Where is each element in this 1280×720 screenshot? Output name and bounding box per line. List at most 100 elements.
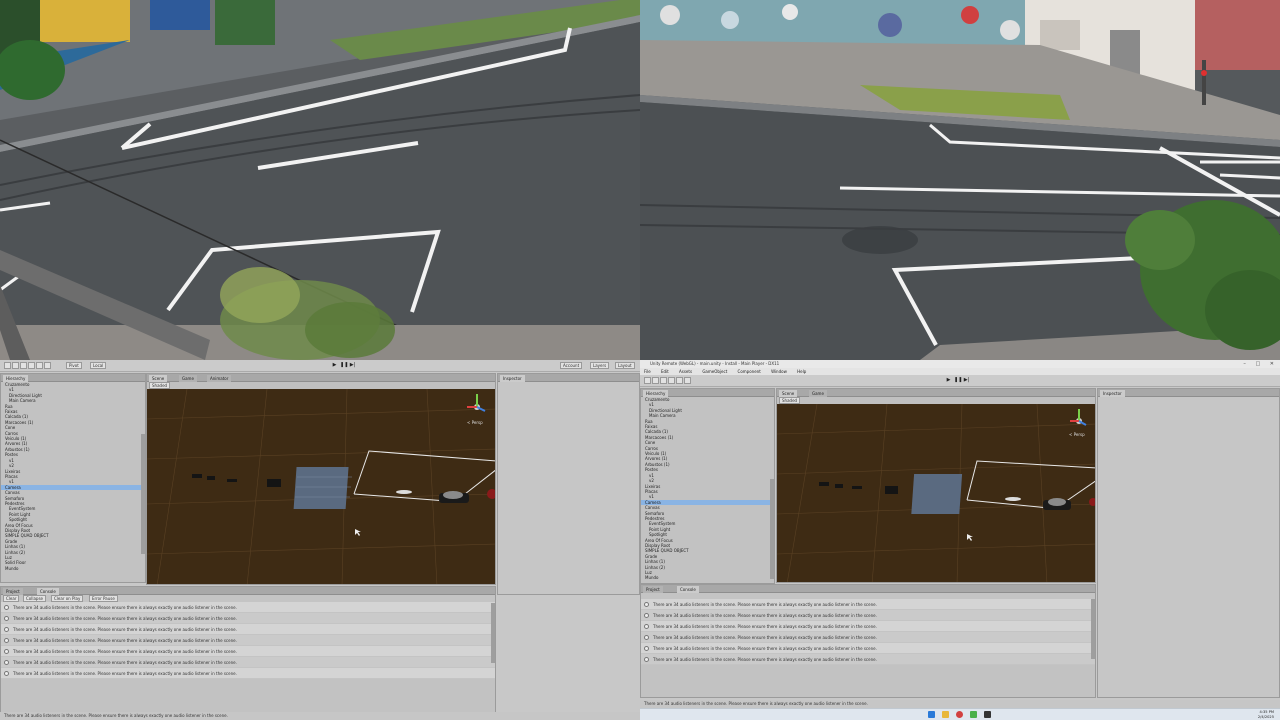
console-log-text: There are 34 audio listeners in the scen…: [13, 627, 237, 632]
rotate-tool-icon[interactable]: [20, 362, 27, 369]
console-log-row[interactable]: There are 34 audio listeners in the scen…: [641, 654, 1095, 665]
hierarchy-scrollbar[interactable]: [770, 479, 774, 579]
console-log-row[interactable]: There are 34 audio listeners in the scen…: [1, 657, 495, 668]
console-error-pause-button[interactable]: Error Pause: [89, 595, 118, 602]
rect-tool-icon[interactable]: [676, 377, 683, 384]
transform-tool-icon[interactable]: [44, 362, 51, 369]
status-bar: There are 34 audio listeners in the scen…: [640, 700, 1280, 708]
info-icon: [4, 649, 9, 654]
tab-animator[interactable]: Animator: [207, 375, 232, 382]
hierarchy-item[interactable]: Mundo: [1, 566, 145, 571]
menu-bar: File Edit Assets GameObject Component Wi…: [640, 368, 1280, 375]
pause-button[interactable]: ❚❚: [954, 377, 962, 384]
console-scrollbar[interactable]: [1091, 599, 1095, 659]
local-toggle-button[interactable]: Local: [90, 362, 107, 369]
hierarchy-panel: Hierarchy Cruzamento v1 Directional Light M…: [640, 388, 775, 584]
tab-scene[interactable]: Scene: [779, 390, 798, 397]
tab-game[interactable]: Game: [809, 390, 827, 397]
app-icon[interactable]: [970, 711, 977, 718]
shading-mode-dropdown[interactable]: Shaded: [149, 382, 171, 389]
console-collapse-button[interactable]: Collapse: [23, 595, 46, 602]
editor-toolbar-2: ▶ ❚❚ ▶|: [640, 375, 1280, 387]
shading-mode-dropdown[interactable]: Shaded: [779, 397, 801, 404]
hierarchy-item[interactable]: Mundo: [641, 575, 774, 580]
tab-console[interactable]: Console: [677, 586, 699, 593]
menu-gameobject[interactable]: GameObject: [702, 369, 727, 374]
tab-scene[interactable]: Scene: [149, 375, 168, 382]
console-log-row[interactable]: There are 34 audio listeners in the scen…: [641, 610, 1095, 621]
unity-icon[interactable]: [984, 711, 991, 718]
info-icon: [644, 602, 649, 607]
rect-tool-icon[interactable]: [36, 362, 43, 369]
tab-inspector[interactable]: Inspector: [500, 375, 525, 382]
tab-hierarchy[interactable]: Hierarchy: [3, 375, 29, 382]
console-clear-button[interactable]: Clear: [3, 595, 20, 602]
hand-tool-icon[interactable]: [644, 377, 651, 384]
console-log-list: There are 34 audio listeners in the scen…: [1, 602, 495, 679]
pivot-toggle-button[interactable]: Pivot: [66, 362, 82, 369]
console-log-row[interactable]: There are 34 audio listeners in the scen…: [641, 621, 1095, 632]
console-log-row[interactable]: There are 34 audio listeners in the scen…: [1, 602, 495, 613]
step-button[interactable]: ▶|: [963, 377, 970, 384]
layout-button[interactable]: Layout: [615, 362, 635, 369]
info-icon: [4, 638, 9, 643]
hand-tool-icon[interactable]: [4, 362, 11, 369]
tab-project[interactable]: Project: [643, 586, 663, 593]
menu-file[interactable]: File: [644, 369, 651, 374]
menu-edit[interactable]: Edit: [661, 369, 669, 374]
console-log-row[interactable]: There are 34 audio listeners in the scen…: [641, 632, 1095, 643]
transform-tool-icon[interactable]: [684, 377, 691, 384]
account-button[interactable]: Account: [560, 362, 583, 369]
clock-date: 2/4/2025: [1257, 714, 1274, 719]
console-log-text: There are 34 audio listeners in the scen…: [653, 602, 877, 607]
play-button[interactable]: ▶: [331, 362, 338, 369]
status-bar: There are 34 audio listeners in the scen…: [0, 712, 640, 720]
tab-inspector[interactable]: Inspector: [1100, 390, 1125, 397]
hierarchy-scrollbar[interactable]: [141, 434, 145, 554]
menu-component[interactable]: Component: [738, 369, 761, 374]
chrome-icon[interactable]: [956, 711, 963, 718]
console-log-list: There are 34 audio listeners in the scen…: [641, 599, 1095, 665]
window-controls[interactable]: – □ ✕: [1243, 361, 1278, 367]
step-button[interactable]: ▶|: [349, 362, 356, 369]
info-icon: [644, 613, 649, 618]
tab-project[interactable]: Project: [3, 588, 23, 595]
scene-toolbar: Shaded: [147, 382, 495, 389]
console-panel: Project Console There are 34 audio liste…: [640, 584, 1096, 698]
layers-button[interactable]: Layers: [590, 362, 610, 369]
tab-console[interactable]: Console: [37, 588, 59, 595]
console-log-text: There are 34 audio listeners in the scen…: [653, 657, 877, 662]
console-log-text: There are 34 audio listeners in the scen…: [653, 613, 877, 618]
console-log-row[interactable]: There are 34 audio listeners in the scen…: [1, 624, 495, 635]
menu-assets[interactable]: Assets: [679, 369, 692, 374]
console-log-row[interactable]: There are 34 audio listeners in the scen…: [641, 643, 1095, 654]
scene-viewport[interactable]: < Persp: [777, 404, 1096, 583]
move-tool-icon[interactable]: [652, 377, 659, 384]
scale-tool-icon[interactable]: [668, 377, 675, 384]
play-button[interactable]: ▶: [945, 377, 952, 384]
console-scrollbar[interactable]: [491, 603, 495, 663]
scale-tool-icon[interactable]: [28, 362, 35, 369]
pause-button[interactable]: ❚❚: [340, 362, 348, 369]
scene-viewport[interactable]: < Persp: [147, 389, 496, 585]
window-title: Unity Remote (WebGL) - main.unity - Inst…: [640, 360, 1280, 368]
system-clock[interactable]: 4:35 PM 2/4/2025: [1258, 710, 1274, 720]
console-log-row[interactable]: There are 34 audio listeners in the scen…: [1, 635, 495, 646]
console-log-text: There are 34 audio listeners in the scen…: [13, 671, 237, 676]
console-log-row[interactable]: There are 34 audio listeners in the scen…: [1, 668, 495, 679]
tab-hierarchy[interactable]: Hierarchy: [643, 390, 669, 397]
console-log-row[interactable]: There are 34 audio listeners in the scen…: [1, 646, 495, 657]
file-explorer-icon[interactable]: [942, 711, 949, 718]
rotate-tool-icon[interactable]: [660, 377, 667, 384]
console-clear-on-play-button[interactable]: Clear on Play: [51, 595, 84, 602]
console-log-row[interactable]: There are 34 audio listeners in the scen…: [1, 613, 495, 624]
console-log-row[interactable]: There are 34 audio listeners in the scen…: [641, 599, 1095, 610]
move-tool-icon[interactable]: [12, 362, 19, 369]
street-view-image-2: [640, 0, 1280, 360]
start-icon[interactable]: [928, 711, 935, 718]
unity-editor-left: Pivot Local ▶ ❚❚ ▶| Account Layers Layou…: [0, 360, 640, 720]
menu-help[interactable]: Help: [797, 369, 806, 374]
menu-window[interactable]: Window: [771, 369, 787, 374]
tab-game[interactable]: Game: [179, 375, 197, 382]
console-log-text: There are 34 audio listeners in the scen…: [13, 649, 237, 654]
